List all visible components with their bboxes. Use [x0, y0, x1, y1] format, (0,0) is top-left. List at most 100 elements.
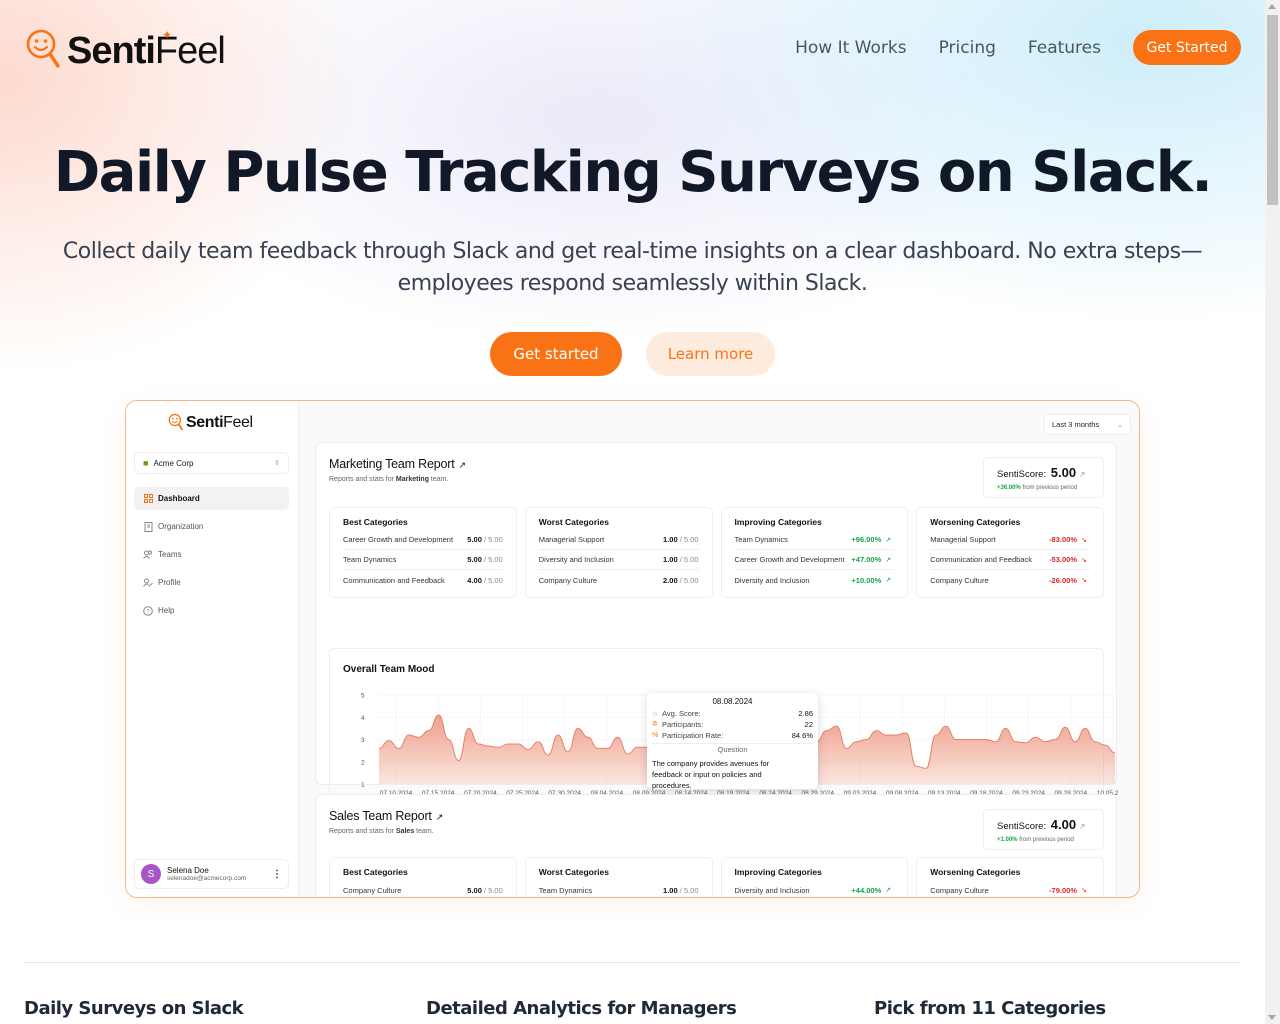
trend-up-icon: ↗	[885, 556, 892, 564]
category-row: Communication and Feedback -53.00% ↘	[930, 550, 1090, 570]
top-nav: How It Works Pricing Features Get Starte…	[795, 30, 1241, 65]
trend-down-icon: ↘	[1081, 887, 1087, 894]
worst-categories-card: Worst Categories Team Dynamics 1.00 / 5.0…	[524, 857, 713, 897]
get-started-nav-button[interactable]: Get Started	[1133, 30, 1241, 65]
sidebar: SentiFeel ■ Acme Corp ⇕ Dashboard Organi…	[126, 401, 299, 897]
dashboard-preview: SentiFeel ■ Acme Corp ⇕ Dashboard Organi…	[125, 400, 1140, 898]
improving-categories-card: Improving Categories Diversity and Inclu…	[720, 857, 909, 897]
y-tick-label: 4	[361, 715, 365, 722]
org-name: Acme Corp	[153, 458, 194, 468]
y-tick-label: 1	[361, 782, 365, 789]
report-subtitle: Reports and stats for Marketing team.	[329, 476, 449, 483]
y-tick-label: 3	[361, 737, 365, 744]
brand-name: SentiFeel ✦	[67, 27, 226, 72]
category-row: Company Culture 5.00 / 5.00	[343, 885, 503, 895]
chevron-down-icon: ⌄	[1117, 421, 1123, 429]
category-row: Communication and Feedback 4.00 / 5.00	[343, 575, 503, 585]
get-started-button[interactable]: Get started	[490, 332, 622, 376]
trend-down-icon: ↘	[1081, 536, 1087, 544]
sidebar-logo: SentiFeel	[168, 412, 253, 434]
percent-icon: %	[652, 732, 659, 739]
category-row: Team Dynamics 1.00 / 5.00	[538, 885, 699, 895]
date-range-select[interactable]: Last 3 months ⌄	[1044, 414, 1131, 435]
team-report-card: Marketing Team Report ↗ Reports and stats…	[315, 442, 1118, 815]
category-row: Career Growth and Development 5.00 / 5.00	[343, 530, 503, 550]
category-row: Diversity and Inclusion +10.00% ↗	[735, 570, 895, 590]
category-row: Managerial Support -83.00% ↘	[930, 530, 1090, 550]
nav-how-it-works[interactable]: How It Works	[795, 38, 906, 58]
worst-categories-card: Worst Categories Managerial Support 1.00 …	[524, 507, 713, 598]
user-menu[interactable]: S Selena Doe selenadoe@acmecorp.com ⋮	[134, 859, 289, 889]
user-name: Selena Doe	[167, 866, 209, 875]
category-grid: Best Categories Career Growth and Develo…	[329, 507, 1104, 598]
hero-title: Daily Pulse Tracking Surveys on Slack.	[53, 140, 1213, 205]
grid-icon	[143, 494, 153, 504]
sentiscore-card: SentiScore: 5.00 ↗ +36.00% from previous…	[983, 457, 1104, 498]
team-mood-chart-card: Overall Team Mood 1234507.10.202407.15.2…	[329, 648, 1118, 815]
feature-heading: Pick from 11 Categories	[874, 998, 1106, 1019]
scroll-up-arrow-icon[interactable]	[1268, 4, 1276, 9]
section-divider	[24, 962, 1241, 963]
smiley-magnifier-icon	[26, 29, 60, 68]
landing-page: SentiFeel ✦ How It Works Pricing Features…	[0, 0, 1265, 1024]
sentiscore-value: 5.00	[1050, 465, 1077, 480]
org-icon: ■	[143, 458, 149, 468]
scroll-thumb[interactable]	[1267, 15, 1278, 205]
smiley-magnifier-icon	[168, 413, 183, 431]
dashboard-main: Last 3 months ⌄ Marketing Team Report ↗ R…	[300, 401, 1139, 897]
report-title[interactable]: Marketing Team Report ↗	[329, 457, 466, 471]
brand-logo[interactable]: SentiFeel ✦	[25, 26, 226, 76]
trend-up-icon: ↗	[1078, 822, 1086, 831]
score-delta: +1.00%	[997, 837, 1018, 843]
sparkle-icon: ✦	[162, 27, 172, 42]
external-link-icon: ↗	[458, 460, 467, 470]
sentiscore-value: 4.00	[1050, 817, 1077, 832]
chart-tooltip: 08.08.2024 ☆ Avg. Score: 2.86 ꔮ Participant…	[647, 693, 818, 790]
user-edit-icon	[143, 578, 153, 588]
avatar: S	[141, 864, 161, 884]
sidebar-item-dashboard[interactable]: Dashboard	[134, 487, 289, 510]
scroll-down-arrow-icon[interactable]	[1268, 1015, 1276, 1020]
hero-subtitle: Collect daily team feedback through Slac…	[62, 239, 1203, 296]
improving-categories-card: Improving Categories Team Dynamics +96.00…	[720, 507, 909, 598]
trend-up-icon: ↗	[1078, 470, 1086, 479]
trend-down-icon: ↘	[1081, 577, 1087, 584]
worsening-categories-card: Worsening Categories Managerial Support -…	[916, 507, 1104, 598]
category-row: Team Dynamics +96.00% ↗	[734, 530, 895, 550]
report-subtitle: Reports and stats for Sales team.	[329, 828, 434, 835]
team-report-card: Sales Team Report ↗ Reports and stats for…	[315, 794, 1117, 897]
page-scrollbar[interactable]	[1265, 0, 1280, 1024]
y-tick-label: 2	[361, 759, 365, 766]
nav-pricing[interactable]: Pricing	[939, 38, 996, 58]
nav-features[interactable]: Features	[1028, 38, 1101, 58]
more-vertical-icon[interactable]: ⋮	[272, 869, 282, 880]
building-icon	[143, 521, 153, 532]
hero-actions: Get started Learn more	[0, 332, 1265, 376]
chevron-up-down-icon: ⇕	[274, 460, 280, 467]
best-categories-card: Best Categories Career Growth and Develo…	[329, 507, 517, 598]
report-title[interactable]: Sales Team Report ↗	[329, 809, 443, 823]
best-categories-card: Best Categories Company Culture 5.00 / 5.…	[329, 857, 517, 897]
category-grid: Best Categories Company Culture 5.00 / 5.…	[329, 857, 1104, 897]
help-circle-icon: ?	[143, 605, 153, 616]
y-tick-label: 5	[361, 693, 365, 700]
sidebar-item-profile[interactable]: Profile	[134, 571, 289, 594]
trend-up-icon: ↗	[885, 887, 892, 894]
category-row: Team Dynamics 5.00 / 5.00	[343, 550, 503, 570]
org-switcher[interactable]: ■ Acme Corp ⇕	[134, 452, 289, 474]
category-row: Company Culture -26.00% ↘	[930, 570, 1090, 590]
category-row: Managerial Support 1.00 / 5.00	[538, 530, 699, 550]
star-icon: ☆	[652, 710, 659, 718]
sidebar-item-organization[interactable]: Organization	[134, 515, 289, 538]
user-email: selenadoe@acmecorp.com	[167, 875, 247, 882]
sidebar-item-help[interactable]: ? Help	[134, 599, 289, 622]
trend-up-icon: ↗	[885, 577, 892, 584]
trend-down-icon: ↘	[1081, 556, 1087, 564]
sidebar-item-teams[interactable]: Teams	[134, 543, 289, 566]
category-row: Diversity and Inclusion +44.00% ↗	[735, 880, 895, 897]
worsening-categories-card: Worsening Categories Company Culture -79.…	[916, 857, 1104, 897]
category-row: Diversity and Inclusion 1.00 / 5.00	[538, 550, 699, 570]
learn-more-button[interactable]: Learn more	[646, 332, 775, 376]
score-delta: +36.00%	[997, 485, 1021, 491]
category-row: Company Culture 2.00 / 5.00	[538, 575, 699, 585]
